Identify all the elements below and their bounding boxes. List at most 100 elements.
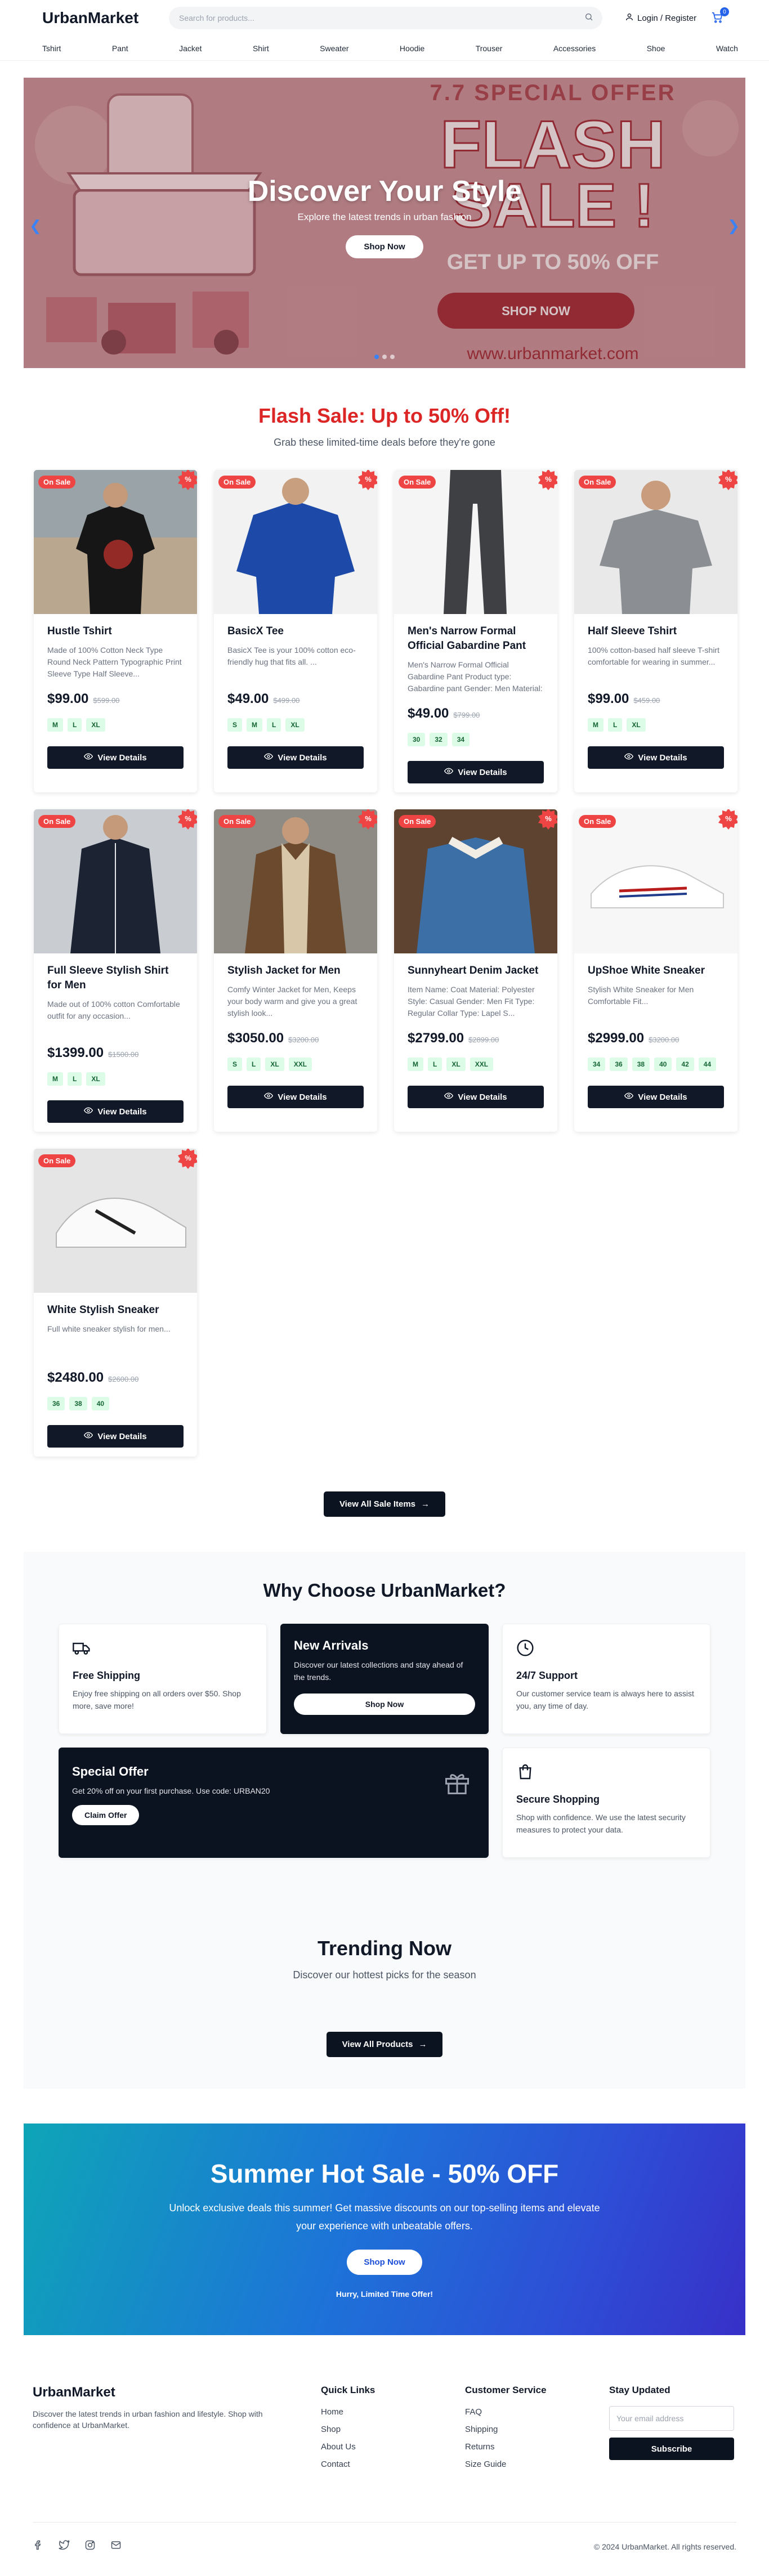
view-details-button[interactable]: View Details — [47, 746, 184, 769]
product-image[interactable]: On Sale % — [394, 809, 557, 953]
search-icon[interactable] — [584, 12, 593, 24]
size-option[interactable]: 32 — [430, 733, 448, 746]
view-details-button[interactable]: View Details — [408, 1086, 544, 1108]
product-card[interactable]: On Sale % BasicX Tee BasicX Tee is your … — [214, 470, 377, 792]
product-image[interactable]: On Sale % — [214, 809, 377, 953]
subscribe-button[interactable]: Subscribe — [609, 2438, 734, 2460]
summer-shop-button[interactable]: Shop Now — [347, 2250, 422, 2275]
size-option[interactable]: L — [247, 1058, 261, 1071]
footer-link-about[interactable]: About Us — [321, 2442, 465, 2452]
nav-item-sweater[interactable]: Sweater — [320, 44, 348, 53]
login-link[interactable]: Login / Register — [625, 12, 696, 24]
carousel-prev-icon[interactable]: ❮ — [29, 217, 42, 235]
nav-item-watch[interactable]: Watch — [716, 44, 738, 53]
size-option[interactable]: S — [227, 1058, 243, 1071]
new-arrivals-shop-button[interactable]: Shop Now — [294, 1694, 475, 1715]
nav-item-hoodie[interactable]: Hoodie — [400, 44, 424, 53]
product-title[interactable]: BasicX Tee — [227, 624, 364, 639]
size-option[interactable]: XXL — [470, 1058, 494, 1071]
search-input[interactable] — [179, 14, 584, 23]
size-option[interactable]: XL — [446, 1058, 466, 1071]
newsletter-email-input[interactable] — [609, 2406, 734, 2431]
product-image[interactable]: On Sale % — [574, 470, 737, 614]
product-title[interactable]: Sunnyheart Denim Jacket — [408, 964, 544, 978]
site-logo[interactable]: UrbanMarket — [42, 9, 169, 27]
product-image[interactable]: On Sale % — [214, 470, 377, 614]
product-title[interactable]: Stylish Jacket for Men — [227, 964, 364, 978]
product-card[interactable]: On Sale % UpShoe White Sneaker Stylish W… — [574, 809, 737, 1132]
carousel-dot[interactable] — [382, 355, 387, 359]
product-image[interactable]: On Sale % — [394, 470, 557, 614]
size-option[interactable]: L — [267, 718, 281, 732]
size-option[interactable]: M — [588, 718, 603, 732]
size-option[interactable]: 40 — [91, 1397, 110, 1410]
product-title[interactable]: UpShoe White Sneaker — [588, 964, 724, 978]
product-card[interactable]: On Sale % Half Sleeve Tshirt 100% cotton… — [574, 470, 737, 792]
size-option[interactable]: L — [68, 1072, 82, 1086]
footer-link-home[interactable]: Home — [321, 2407, 465, 2417]
product-card[interactable]: On Sale % Sunnyheart Denim Jacket Item N… — [394, 809, 557, 1132]
size-option[interactable]: 38 — [69, 1397, 87, 1410]
product-title[interactable]: Hustle Tshirt — [47, 624, 184, 639]
nav-item-shoe[interactable]: Shoe — [647, 44, 665, 53]
size-option[interactable]: XL — [86, 718, 105, 732]
product-image[interactable]: On Sale % — [34, 470, 197, 614]
nav-item-pant[interactable]: Pant — [112, 44, 128, 53]
instagram-icon[interactable] — [84, 2539, 96, 2553]
size-option[interactable]: 36 — [47, 1397, 65, 1410]
size-option[interactable]: L — [428, 1058, 442, 1071]
footer-link-size-guide[interactable]: Size Guide — [465, 2459, 609, 2469]
size-option[interactable]: 36 — [610, 1058, 628, 1071]
size-option[interactable]: 44 — [698, 1058, 717, 1071]
size-option[interactable]: M — [47, 718, 63, 732]
view-details-button[interactable]: View Details — [227, 746, 364, 769]
footer-link-returns[interactable]: Returns — [465, 2442, 609, 2452]
size-option[interactable]: XXL — [288, 1058, 312, 1071]
size-option[interactable]: M — [47, 1072, 63, 1086]
footer-link-contact[interactable]: Contact — [321, 2459, 465, 2469]
size-option[interactable]: 40 — [654, 1058, 672, 1071]
twitter-icon[interactable] — [59, 2539, 70, 2553]
size-option[interactable]: 34 — [451, 733, 470, 746]
size-option[interactable]: 34 — [588, 1058, 606, 1071]
product-title[interactable]: Half Sleeve Tshirt — [588, 624, 724, 639]
footer-link-shop[interactable]: Shop — [321, 2425, 465, 2434]
view-details-button[interactable]: View Details — [408, 761, 544, 783]
hero-shop-now-button[interactable]: Shop Now — [346, 235, 423, 258]
size-option[interactable]: 30 — [408, 733, 426, 746]
product-card[interactable]: On Sale % Full Sleeve Stylish Shirt for … — [34, 809, 197, 1132]
product-image[interactable]: On Sale % — [574, 809, 737, 953]
product-card[interactable]: On Sale % White Stylish Sneaker Full whi… — [34, 1149, 197, 1457]
view-all-sale-button[interactable]: View All Sale Items → — [323, 1491, 446, 1517]
size-option[interactable]: XL — [285, 718, 305, 732]
size-option[interactable]: XL — [265, 1058, 284, 1071]
view-details-button[interactable]: View Details — [47, 1425, 184, 1448]
product-title[interactable]: White Stylish Sneaker — [47, 1303, 184, 1318]
product-image[interactable]: On Sale % — [34, 809, 197, 953]
product-card[interactable]: On Sale % Men's Narrow Formal Official G… — [394, 470, 557, 792]
size-option[interactable]: S — [227, 718, 243, 732]
product-title[interactable]: Men's Narrow Formal Official Gabardine P… — [408, 624, 544, 653]
carousel-dot[interactable] — [374, 355, 379, 359]
view-all-products-button[interactable]: View All Products → — [326, 2032, 443, 2057]
product-card[interactable]: On Sale % Stylish Jacket for Men Comfy W… — [214, 809, 377, 1132]
view-details-button[interactable]: View Details — [588, 1086, 724, 1108]
size-option[interactable]: 42 — [676, 1058, 694, 1071]
size-option[interactable]: 38 — [632, 1058, 650, 1071]
claim-offer-button[interactable]: Claim Offer — [72, 1805, 140, 1825]
nav-item-tshirt[interactable]: Tshirt — [42, 44, 61, 53]
size-option[interactable]: XL — [627, 718, 646, 732]
size-option[interactable]: L — [608, 718, 623, 732]
cart-button[interactable]: 0 — [711, 7, 730, 25]
size-option[interactable]: M — [408, 1058, 423, 1071]
product-title[interactable]: Full Sleeve Stylish Shirt for Men — [47, 964, 184, 993]
product-card[interactable]: On Sale % Hustle Tshirt Made of 100% Cot… — [34, 470, 197, 792]
nav-item-jacket[interactable]: Jacket — [179, 44, 202, 53]
view-details-button[interactable]: View Details — [227, 1086, 364, 1108]
nav-item-trouser[interactable]: Trouser — [476, 44, 503, 53]
size-option[interactable]: L — [68, 718, 82, 732]
size-option[interactable]: XL — [86, 1072, 105, 1086]
carousel-dot[interactable] — [390, 355, 395, 359]
facebook-icon[interactable] — [33, 2539, 44, 2553]
view-details-button[interactable]: View Details — [588, 746, 724, 769]
